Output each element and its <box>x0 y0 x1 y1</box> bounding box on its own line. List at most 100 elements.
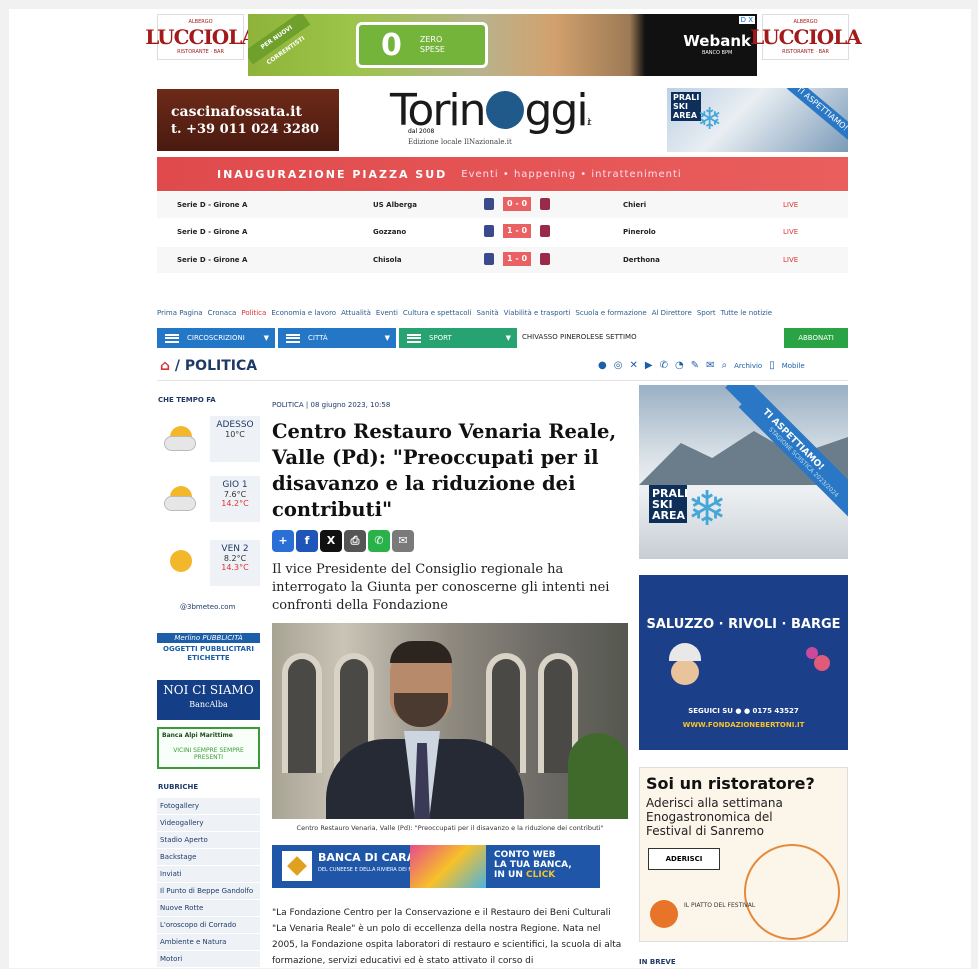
rubriche-item[interactable]: Backstage <box>157 849 260 866</box>
facebook-share-icon[interactable]: f <box>296 530 318 552</box>
team-crest-icon <box>540 198 550 210</box>
lucciola-logo-right[interactable]: ALBERGO LUCCIOLA RISTORANTE · BAR <box>750 14 862 60</box>
prali-ski-ad[interactable]: TI ASPETTIAMO! STAGIONE SCIISTICA 2023/2… <box>639 385 848 559</box>
facebook-icon[interactable]: ● <box>598 360 607 371</box>
subscribe-button[interactable]: ABBONATI <box>784 328 848 348</box>
ad-diagonal-label: PER NUOVI CORRENTISTI <box>248 14 311 66</box>
snowflake-icon: ❄ <box>687 481 728 537</box>
nav-item[interactable]: Sanità <box>476 309 498 323</box>
aderisci-button[interactable]: ADERISCI <box>648 848 720 870</box>
social-bar: ● ◎ ✕ ▶ ✆ ◔ ✎ ✉ ⌕ Archivio ▯ Mobile <box>598 360 805 371</box>
chevron-down-icon: ▼ <box>505 334 511 342</box>
festival-sanremo-ad[interactable]: Soi un ristoratore? Aderisci alla settim… <box>639 767 848 942</box>
weather-day[interactable]: VEN 2 8.2°C 14.3°C <box>158 540 260 588</box>
section-title[interactable]: POLITICA <box>185 358 257 374</box>
citta-dropdown[interactable]: CITTÀ ▼ <box>278 328 396 348</box>
article-lead: Il vice Presidente del Consiglio regiona… <box>272 562 610 613</box>
archive-link[interactable]: Archivio <box>734 362 762 370</box>
sport-dropdown[interactable]: SPORT ▼ <box>399 328 517 348</box>
x-icon[interactable]: ✕ <box>629 360 637 371</box>
rubriche-item[interactable]: Il Punto di Beppe Gandolfo <box>157 883 260 900</box>
menu-icon <box>286 333 300 343</box>
festival-logo-icon <box>650 900 678 928</box>
print-icon[interactable]: ⎙ <box>344 530 366 552</box>
nav-item[interactable]: Economia e lavoro <box>271 309 336 323</box>
rubriche-item[interactable]: Nuove Rotte <box>157 900 260 917</box>
nav-item[interactable]: Eventi <box>376 309 398 323</box>
webank-brand: Webank BANCO BPM <box>683 32 751 56</box>
instagram-icon[interactable]: ◎ <box>614 360 623 371</box>
adchoices-icon[interactable]: D X <box>738 16 755 24</box>
nav-item[interactable]: Cronaca <box>208 309 237 323</box>
nav-item[interactable]: Scuola e formazione <box>575 309 646 323</box>
score-row[interactable]: Serie D - Girone A Chisola 1 - 0 Derthona… <box>157 247 848 273</box>
banca-caraglio-ad[interactable]: BANCA DI CARAGLIO DEL CUNEESE E DELLA RIV… <box>272 845 600 888</box>
weather-day[interactable]: GIO 1 7.6°C 14.2°C <box>158 476 260 524</box>
home-icon[interactable]: ⌂ <box>160 358 170 374</box>
rubriche-item[interactable]: Motori <box>157 951 260 968</box>
mobile-icon[interactable]: ▯ <box>769 360 775 371</box>
nav-item[interactable]: Prima Pagina <box>157 309 203 323</box>
article-meta: POLITICA | 08 giugno 2023, 10:58 <box>272 401 391 409</box>
article-photo[interactable] <box>272 623 628 819</box>
merlino-ad[interactable]: Merlino PUBBLICITÀ OGGETTI PUBBLICITARI … <box>157 633 260 669</box>
cascina-fossata-ad[interactable]: cascinafossata.it t. +39 011 024 3280 <box>157 89 339 151</box>
rubriche-list: Fotogallery Videogallery Stadio Aperto B… <box>157 798 260 968</box>
bank-logo-icon <box>282 851 312 881</box>
chevron-down-icon: ▼ <box>384 334 390 342</box>
nav-item[interactable]: Al Direttore <box>652 309 692 323</box>
nav-item[interactable]: Cultura e spettacoli <box>403 309 472 323</box>
mail-icon[interactable]: ✉ <box>706 360 714 371</box>
mobile-link[interactable]: Mobile <box>782 362 805 370</box>
weather-source-link[interactable]: @3bmeteo.com <box>180 603 235 611</box>
sub-nav: CIRCOSCRIZIONI ▼ CITTÀ ▼ SPORT ▼ CHIVASSO P… <box>157 328 848 348</box>
partly-cloudy-icon <box>164 426 198 452</box>
weather-day[interactable]: ADESSO 10°C <box>158 416 260 464</box>
lucciola-logo-left[interactable]: ALBERGO LUCCIOLA RISTORANTE · BAR <box>145 14 257 60</box>
score-row[interactable]: Serie D - Girone A US Alberga 0 - 0 Chier… <box>157 192 848 218</box>
circoscrizioni-dropdown[interactable]: CIRCOSCRIZIONI ▼ <box>157 328 275 348</box>
plate-illustration <box>744 844 840 940</box>
nav-item[interactable]: Sport <box>697 309 716 323</box>
article-body: "La Fondazione Centro per la Conservazio… <box>272 908 622 966</box>
live-scores: Serie D - Girone A US Alberga 0 - 0 Chier… <box>157 192 848 276</box>
whatsapp-share-icon[interactable]: ✆ <box>368 530 390 552</box>
bancalba-ad[interactable]: NOI CI SIAMO BancAlba <box>157 680 260 720</box>
rubriche-item[interactable]: Stadio Aperto <box>157 832 260 849</box>
whatsapp-icon[interactable]: ✆ <box>660 360 668 371</box>
team-crest-icon <box>484 198 494 210</box>
rubriche-item[interactable]: Fotogallery <box>157 798 260 815</box>
nav-item-active[interactable]: Politica <box>241 309 266 323</box>
weather-title: CHE TEMPO FA <box>158 396 216 404</box>
page: ALBERGO LUCCIOLA RISTORANTE · BAR PER NU… <box>0 0 978 968</box>
team-crest-icon <box>484 225 494 237</box>
share-add-icon[interactable]: + <box>272 530 294 552</box>
site-logo[interactable]: Torin ggi.it dal 2008 Edizione locale IlN… <box>390 86 620 152</box>
menu-icon <box>165 333 179 343</box>
score-row[interactable]: Serie D - Girone A Gozzano 1 - 0 Pinerolo… <box>157 219 848 245</box>
nav-item[interactable]: Viabilità e trasporti <box>504 309 571 323</box>
banca-alpi-marittime-ad[interactable]: Banca Alpi Marittime VICINI SEMPRE SEMPR… <box>157 727 260 769</box>
chat-icon[interactable]: ✎ <box>691 360 699 371</box>
nav-item[interactable]: Attualità <box>341 309 371 323</box>
youtube-icon[interactable]: ▶ <box>645 360 653 371</box>
article-title: Centro Restauro Venaria Reale, Valle (Pd… <box>272 420 617 521</box>
search-icon[interactable]: ⌕ <box>721 360 727 371</box>
webank-ad[interactable]: PER NUOVI CORRENTISTI 0 ZERO SPESE Webank… <box>248 14 757 76</box>
rss-icon[interactable]: ◔ <box>675 360 684 371</box>
promo-strip[interactable]: INAUGURAZIONE PIAZZA SUD Eventi • happen… <box>157 157 848 191</box>
email-share-icon[interactable]: ✉ <box>392 530 414 552</box>
rubriche-item[interactable]: L'oroscopo di Corrado <box>157 917 260 934</box>
team-crest-icon <box>484 253 494 265</box>
breadcrumb: ⌂ / POLITICA <box>160 358 258 374</box>
divider <box>157 380 848 381</box>
fondazione-bertoni-ad[interactable]: SALUZZO · RIVOLI · BARGE SEGUICI SU ● ● … <box>639 575 848 750</box>
rubriche-item[interactable]: Inviati <box>157 866 260 883</box>
nav-item[interactable]: Tutte le notizie <box>721 309 772 323</box>
town-links[interactable]: CHIVASSO PINEROLESE SETTIMO <box>522 333 637 341</box>
rubriche-item[interactable]: Ambiente e Natura <box>157 934 260 951</box>
snowflake-icon: ❄ <box>697 102 723 137</box>
rubriche-item[interactable]: Videogallery <box>157 815 260 832</box>
x-share-icon[interactable]: X <box>320 530 342 552</box>
prali-ski-ad-header[interactable]: PRALI SKI AREA ❄ TI ASPETTIAMO! <box>667 88 848 152</box>
